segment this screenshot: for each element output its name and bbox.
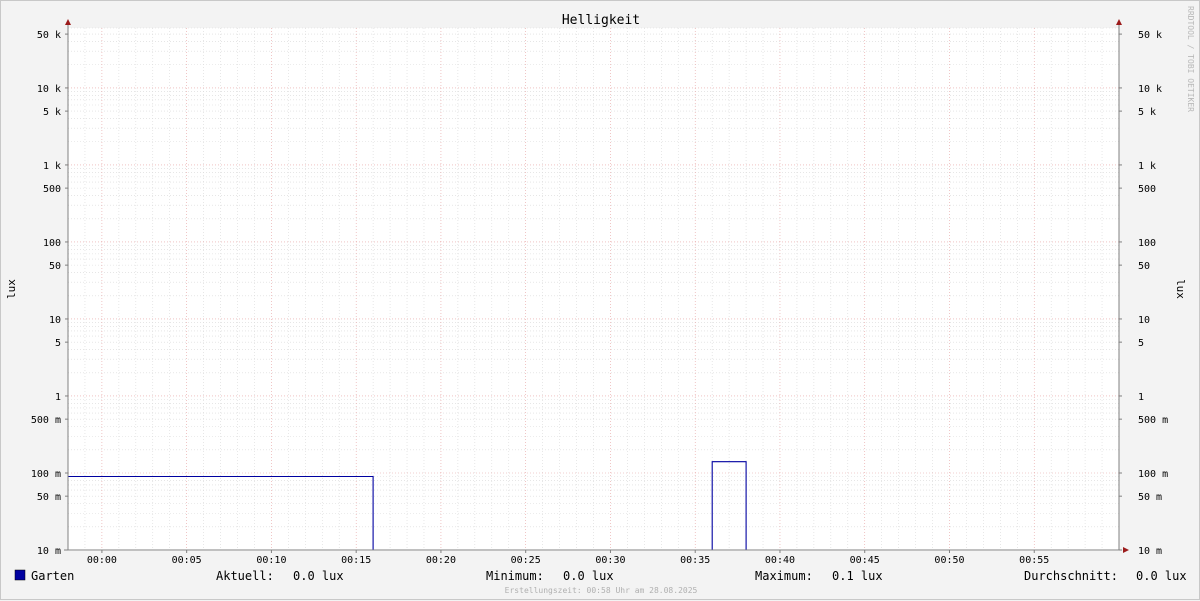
chart-frame: 50 k 10 k 5 k 1 k 500 100 50 10 5 1 500 m 100 m 50 m… xyxy=(0,0,1200,600)
y-tick-label-right: 100 m xyxy=(1138,469,1168,480)
y-tick-label-right: 10 m xyxy=(1138,546,1162,557)
x-tick-label: 00:20 xyxy=(426,555,456,566)
legend-avg-value: 0.0 lux xyxy=(1136,569,1187,583)
x-tick-label: 00:55 xyxy=(1019,555,1049,566)
legend-current-label: Aktuell: xyxy=(216,569,274,583)
x-tick-label: 00:05 xyxy=(172,555,202,566)
y-tick-label-left: 1 xyxy=(55,392,61,403)
legend-series-name: Garten xyxy=(31,569,74,583)
x-tick-label: 00:10 xyxy=(256,555,286,566)
x-ticks: 00:00 00:05 00:10 00:15 00:20 00:25 00:30 00:35… xyxy=(87,550,1049,566)
y-tick-label-left: 10 m xyxy=(37,546,61,557)
x-tick-label: 00:30 xyxy=(595,555,625,566)
legend-min-value: 0.0 lux xyxy=(563,569,614,583)
chart: 50 k 10 k 5 k 1 k 500 100 50 10 5 1 500 m 100 m 50 m… xyxy=(5,6,1195,595)
legend-max-label: Maximum: xyxy=(755,569,813,583)
legend-swatch xyxy=(14,569,26,581)
y-tick-label-right: 1 k xyxy=(1138,161,1156,172)
y-tick-label-right: 50 m xyxy=(1138,492,1162,503)
chart-title: Helligkeit xyxy=(562,13,640,28)
y-tick-label-left: 5 k xyxy=(43,107,61,118)
y-tick-label-left: 50 m xyxy=(37,492,61,503)
y-tick-label-left: 500 xyxy=(43,184,61,195)
y-tick-label-right: 500 xyxy=(1138,184,1156,195)
y-tick-label-left: 1 k xyxy=(43,161,61,172)
y-tick-label-left: 50 xyxy=(49,261,61,272)
legend-avg-label: Durchschnitt: xyxy=(1024,569,1118,583)
y-ticks-left: 50 k 10 k 5 k 1 k 500 100 50 10 5 1 500 m 100 m 50 m… xyxy=(31,30,68,557)
y-axis-left-arrow-icon xyxy=(65,19,71,25)
y-tick-label-right: 100 xyxy=(1138,238,1156,249)
x-tick-label: 00:45 xyxy=(850,555,880,566)
y-axis-label-left: lux xyxy=(5,279,18,299)
y-tick-label-left: 100 m xyxy=(31,469,61,480)
legend-min-label: Minimum: xyxy=(486,569,544,583)
y-tick-label-right: 50 k xyxy=(1138,30,1162,41)
x-tick-label: 00:15 xyxy=(341,555,371,566)
y-tick-label-right: 10 k xyxy=(1138,84,1162,95)
y-tick-label-left: 50 k xyxy=(37,30,61,41)
x-tick-label: 00:25 xyxy=(511,555,541,566)
y-axis-right-arrow-icon xyxy=(1116,19,1122,25)
y-axis-label-right: lux xyxy=(1174,279,1187,299)
y-tick-label-left: 10 xyxy=(49,315,61,326)
x-axis-arrow-icon xyxy=(1123,547,1129,553)
y-tick-label-right: 500 m xyxy=(1138,415,1168,426)
legend-current-value: 0.0 lux xyxy=(293,569,344,583)
legend-max-value: 0.1 lux xyxy=(832,569,883,583)
y-tick-label-left: 10 k xyxy=(37,84,61,95)
y-tick-label-right: 5 k xyxy=(1138,107,1156,118)
y-tick-label-left: 5 xyxy=(55,338,61,349)
x-tick-label: 00:40 xyxy=(765,555,795,566)
y-tick-label-left: 100 xyxy=(43,238,61,249)
y-tick-label-right: 10 xyxy=(1138,315,1150,326)
footer-timestamp: Erstellungszeit: 00:58 Uhr am 28.08.2025 xyxy=(505,586,698,595)
y-tick-label-left: 500 m xyxy=(31,415,61,426)
x-tick-label: 00:35 xyxy=(680,555,710,566)
y-tick-label-right: 1 xyxy=(1138,392,1144,403)
x-tick-label: 00:00 xyxy=(87,555,117,566)
y-tick-label-right: 50 xyxy=(1138,261,1150,272)
y-tick-label-right: 5 xyxy=(1138,338,1144,349)
credit-text: RRDTOOL / TOBI OETIKER xyxy=(1186,6,1195,112)
x-tick-label: 00:50 xyxy=(934,555,964,566)
y-ticks-right: 50 k 10 k 5 k 1 k 500 100 50 10 5 1 500 m 100 m 50 m… xyxy=(1119,30,1168,557)
